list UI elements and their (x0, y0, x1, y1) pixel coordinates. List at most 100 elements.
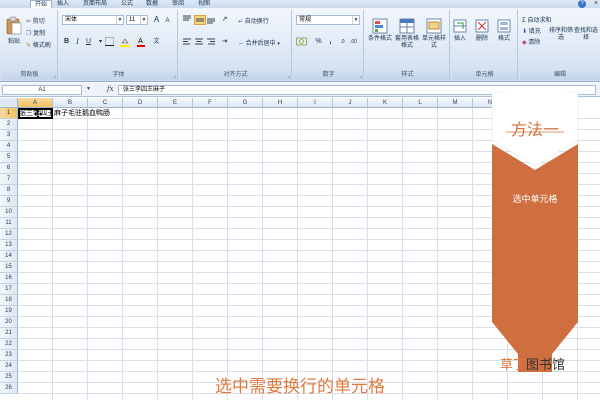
insert-cells-button[interactable]: 插入 (448, 18, 472, 43)
sort-filter-button[interactable]: 排序和筛选 (548, 28, 574, 42)
chevron-down-icon[interactable]: ▼ (140, 16, 147, 24)
close-icon[interactable]: × (594, 0, 598, 8)
wrap-text-button[interactable]: ↵ 自动换行 (238, 16, 269, 25)
underline-button[interactable]: U (84, 37, 93, 47)
cut-button[interactable]: ✂ 剪切 (26, 16, 45, 25)
row-header-4[interactable]: 4 (0, 141, 18, 152)
row-header-5[interactable]: 5 (0, 152, 18, 163)
shrink-font-button[interactable]: A (163, 16, 172, 26)
select-all-button[interactable] (0, 98, 18, 108)
align-left-icon[interactable] (182, 37, 192, 47)
tab-insert[interactable]: 插入 (57, 0, 69, 8)
autosum-button[interactable]: Σ 自动求和 (522, 15, 551, 24)
increase-decimal-icon[interactable]: .0 (338, 37, 347, 47)
row-header-19[interactable]: 19 (0, 306, 18, 317)
dialog-launcher-icon[interactable]: ⌟ (360, 73, 362, 79)
column-header-a[interactable]: A (18, 98, 53, 108)
row-header-17[interactable]: 17 (0, 284, 18, 295)
row-header-16[interactable]: 16 (0, 273, 18, 284)
number-format-combo[interactable]: 常规 ▼ (296, 15, 360, 25)
column-header-e[interactable]: E (158, 98, 193, 108)
row-header-23[interactable]: 23 (0, 350, 18, 361)
align-right-icon[interactable] (206, 37, 216, 47)
comma-button[interactable]: , (326, 37, 335, 47)
align-center-icon[interactable] (194, 37, 204, 47)
row-header-2[interactable]: 2 (0, 119, 18, 130)
row-header-10[interactable]: 10 (0, 207, 18, 218)
conditional-format-icon (372, 18, 388, 34)
format-as-table-button[interactable]: 套用表格格式 (393, 18, 421, 50)
grow-font-button[interactable]: A (152, 15, 161, 25)
row-header-7[interactable]: 7 (0, 174, 18, 185)
tab-data[interactable]: 数据 (146, 0, 158, 8)
copy-button[interactable]: ❐ 复制 (26, 28, 45, 37)
font-color-button[interactable]: A (136, 37, 145, 47)
row-header-20[interactable]: 20 (0, 317, 18, 328)
dialog-launcher-icon[interactable]: ⌟ (174, 73, 176, 79)
column-header-d[interactable]: D (123, 98, 158, 108)
row-header-8[interactable]: 8 (0, 185, 18, 196)
row-header-1[interactable]: 1 (0, 108, 18, 119)
row-header-12[interactable]: 12 (0, 229, 18, 240)
currency-icon[interactable] (296, 37, 307, 47)
tab-page-layout[interactable]: 页面布局 (83, 0, 107, 8)
column-header-h[interactable]: H (263, 98, 298, 108)
align-top-icon[interactable] (182, 15, 192, 25)
clear-button[interactable]: ◆ 清除 (522, 37, 540, 46)
fx-button[interactable]: fx (107, 85, 114, 93)
merge-center-button[interactable]: ⇔ 合并后居中 ▾ (238, 38, 280, 47)
tab-view[interactable]: 视图 (198, 0, 210, 8)
row-header-11[interactable]: 11 (0, 218, 18, 229)
chevron-down-icon[interactable]: ▾ (96, 37, 105, 47)
row-header-9[interactable]: 9 (0, 196, 18, 207)
row-header-6[interactable]: 6 (0, 163, 18, 174)
align-bottom-icon[interactable] (206, 15, 216, 25)
decrease-decimal-icon[interactable]: .00 (349, 37, 358, 47)
column-header-c[interactable]: C (88, 98, 123, 108)
align-middle-icon[interactable] (194, 15, 206, 25)
dialog-launcher-icon[interactable]: ⌟ (288, 73, 290, 79)
tab-review[interactable]: 审阅 (172, 0, 184, 8)
font-size-combo[interactable]: 11 ▼ (126, 15, 148, 25)
orientation-icon[interactable]: ↗ (220, 15, 229, 25)
chevron-down-icon[interactable]: ▼ (86, 86, 91, 92)
paste-button[interactable]: 粘贴 (5, 16, 23, 45)
row-header-13[interactable]: 13 (0, 240, 18, 251)
format-cells-button[interactable]: 格式 (492, 18, 516, 43)
indent-icon[interactable]: ⇥ (220, 37, 229, 47)
row-header-22[interactable]: 22 (0, 339, 18, 350)
cell-styles-button[interactable]: 单元格样式 (420, 18, 448, 50)
row-header-14[interactable]: 14 (0, 251, 18, 262)
column-header-b[interactable]: B (53, 98, 88, 108)
row-header-18[interactable]: 18 (0, 295, 18, 306)
column-header-f[interactable]: F (193, 98, 228, 108)
row-header-15[interactable]: 15 (0, 262, 18, 273)
delete-cells-button[interactable]: 删除 (470, 18, 494, 43)
borders-icon[interactable] (105, 37, 114, 47)
percent-button[interactable]: % (314, 37, 323, 47)
column-header-i[interactable]: I (298, 98, 333, 108)
chevron-down-icon[interactable]: ▼ (116, 16, 123, 24)
column-header-m[interactable]: M (438, 98, 473, 108)
bold-button[interactable]: B (62, 37, 71, 47)
column-header-k[interactable]: K (368, 98, 403, 108)
font-name-combo[interactable]: 宋体 ▼ (62, 15, 124, 25)
tab-formulas[interactable]: 公式 (121, 0, 133, 8)
chevron-down-icon[interactable]: ▼ (352, 16, 359, 24)
row-header-24[interactable]: 24 (0, 361, 18, 372)
column-header-g[interactable]: G (228, 98, 263, 108)
row-header-21[interactable]: 21 (0, 328, 18, 339)
column-header-l[interactable]: L (403, 98, 438, 108)
column-header-j[interactable]: J (333, 98, 368, 108)
italic-button[interactable]: I (73, 37, 82, 47)
fill-color-icon[interactable] (120, 37, 130, 47)
find-select-button[interactable]: 查找和选择 (573, 28, 599, 42)
help-icon[interactable]: ? (578, 0, 586, 8)
conditional-format-button[interactable]: 条件格式 (366, 18, 394, 43)
name-box[interactable]: A1 (2, 85, 82, 95)
phonetic-button[interactable]: 文 (152, 37, 161, 47)
row-header-3[interactable]: 3 (0, 130, 18, 141)
fill-button[interactable]: ⬇ 填充 (522, 26, 541, 35)
format-painter-button[interactable]: ✎ 格式刷 (26, 40, 51, 49)
dialog-launcher-icon[interactable]: ⌟ (54, 73, 56, 79)
